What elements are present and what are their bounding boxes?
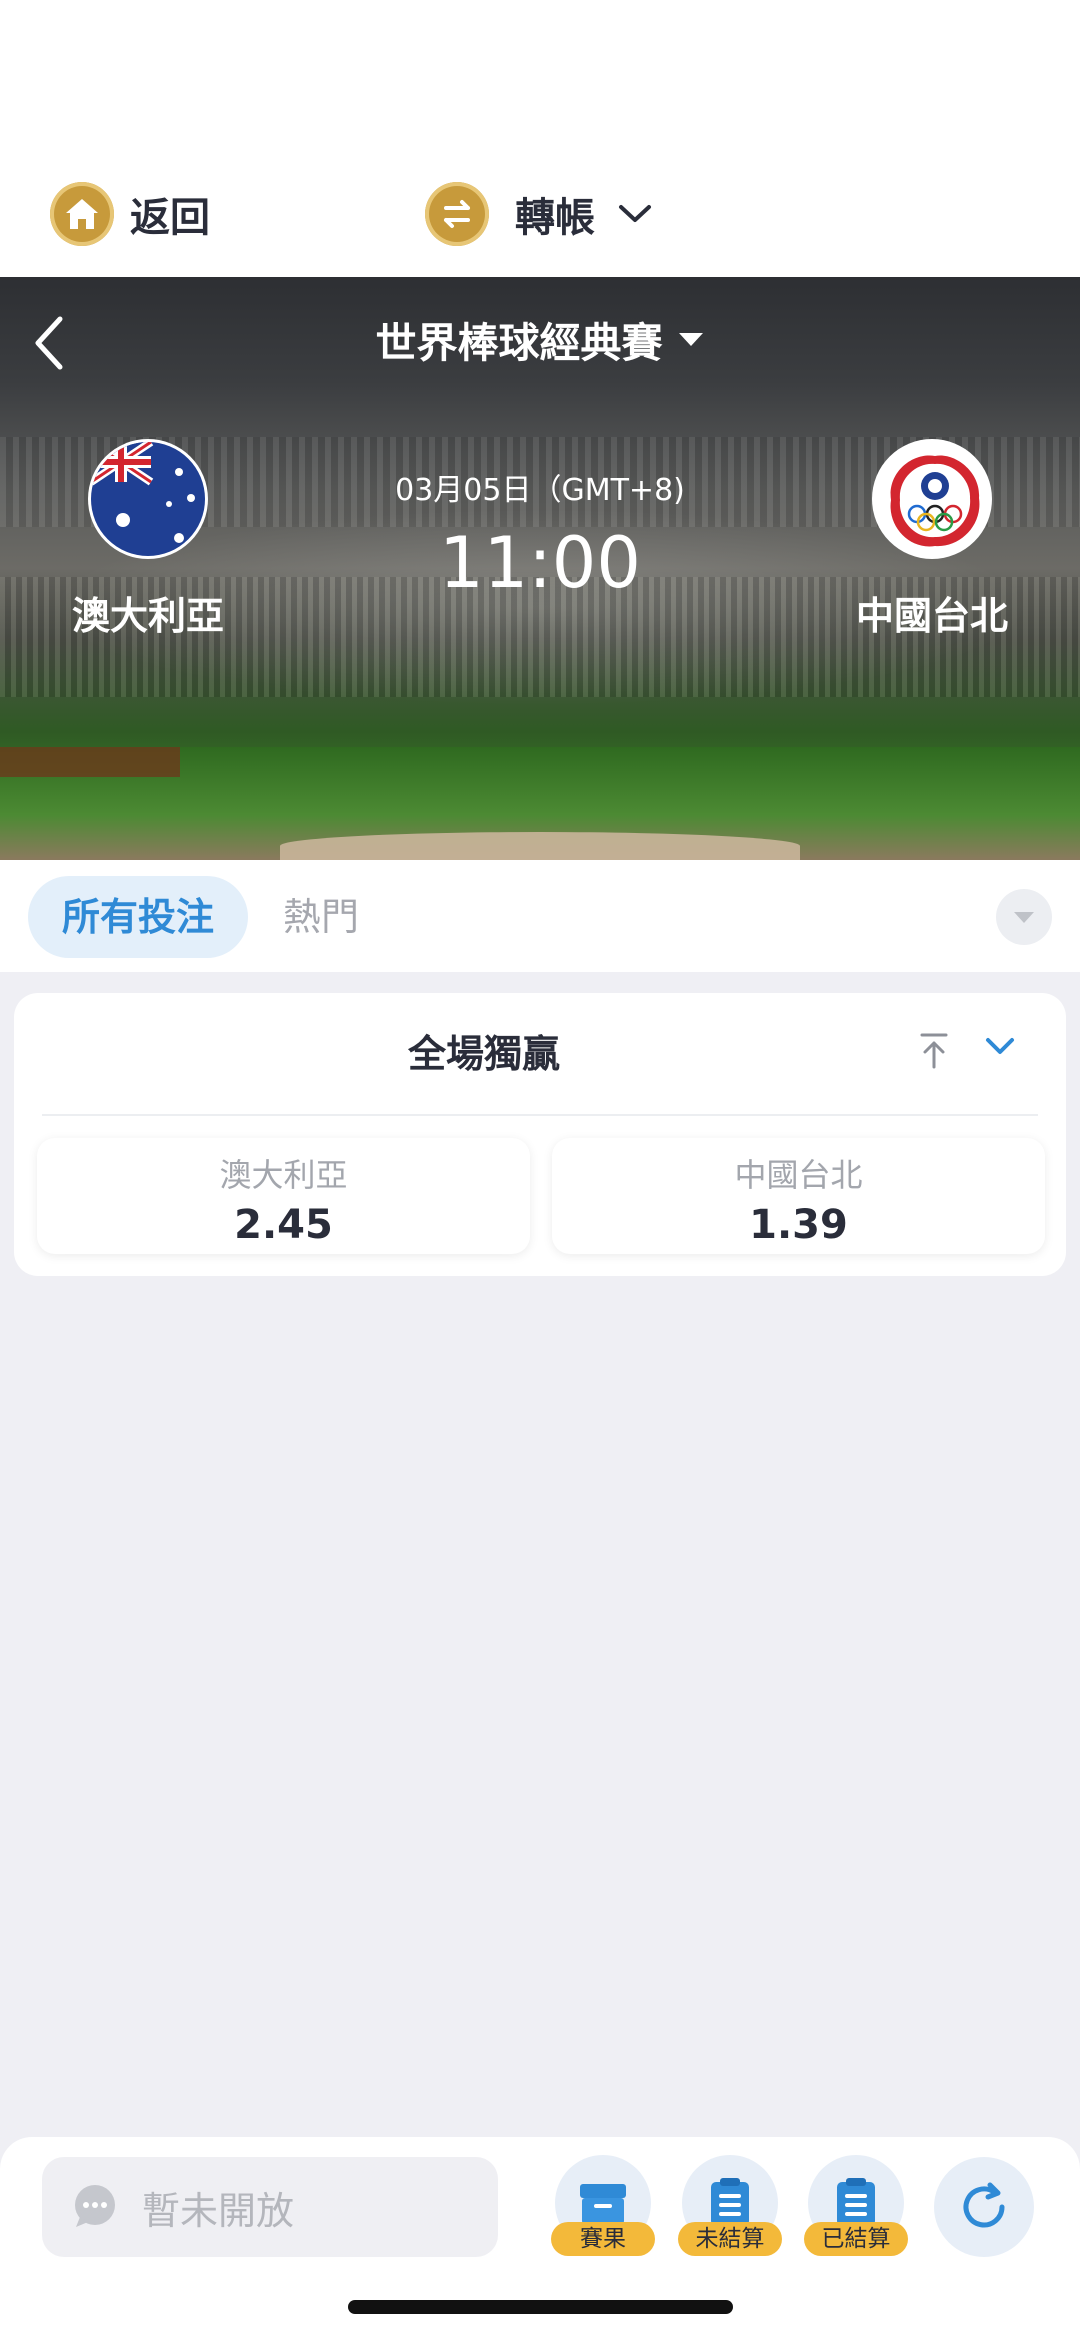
unsettled-label: 未結算	[678, 2222, 782, 2256]
home-indicator	[348, 2300, 733, 2314]
caret-down-icon	[678, 333, 703, 346]
settled-button[interactable]: 已結算	[804, 2155, 908, 2259]
refresh-button[interactable]	[934, 2157, 1034, 2257]
market-card: 全場獨贏 澳大利亞 2.45 中國台北 1.39	[14, 993, 1066, 1276]
bet-tabs: 所有投注 熱門	[0, 860, 1080, 972]
tab-all-bets[interactable]: 所有投注	[28, 876, 248, 958]
transfer-icon	[425, 182, 489, 246]
away-team: 中國台北	[812, 439, 1052, 640]
odds-price: 1.39	[749, 1202, 848, 1248]
chevron-down-icon	[619, 205, 651, 222]
back-label: 返回	[130, 195, 210, 241]
back-home-button[interactable]: 返回	[50, 182, 210, 246]
transfer-label: 轉帳	[515, 195, 595, 241]
top-nav: 返回 轉帳	[0, 0, 1080, 277]
refresh-icon	[963, 2182, 1005, 2228]
away-team-name: 中國台北	[855, 594, 1008, 638]
divider	[42, 1114, 1038, 1116]
league-selector[interactable]: 世界棒球經典賽	[0, 309, 1080, 369]
chat-bubble-icon	[75, 2185, 115, 2227]
tab-popular[interactable]: 熱門	[283, 876, 359, 958]
odds-team-label: 澳大利亞	[219, 1156, 348, 1194]
league-name: 世界棒球經典賽	[375, 319, 663, 367]
transfer-button[interactable]: 轉帳	[425, 182, 653, 246]
unsettled-button[interactable]: 未結算	[678, 2155, 782, 2259]
chat-placeholder: 暫未開放	[142, 2188, 295, 2233]
ad-board	[0, 747, 180, 777]
pin-to-top-icon[interactable]	[916, 1031, 952, 1071]
results-button[interactable]: 賽果	[551, 2155, 655, 2259]
caret-down-icon	[1014, 912, 1034, 923]
expand-tabs-button[interactable]	[996, 889, 1052, 945]
odds-price: 2.45	[234, 1202, 333, 1248]
odds-button-home[interactable]: 澳大利亞 2.45	[37, 1138, 530, 1254]
settled-label: 已結算	[804, 2222, 908, 2256]
results-label: 賽果	[551, 2222, 655, 2256]
infield-dirt	[280, 832, 800, 860]
odds-team-label: 中國台北	[734, 1156, 863, 1194]
chat-input[interactable]: 暫未開放	[42, 2157, 498, 2257]
match-banner: 世界棒球經典賽 澳大利亞 03月05日（GMT+8) 11:00 中國台北	[0, 277, 1080, 860]
odds-button-away[interactable]: 中國台北 1.39	[552, 1138, 1045, 1254]
market-title: 全場獨贏	[407, 1032, 560, 1076]
home-icon	[50, 182, 114, 246]
chinese-taipei-flag-icon	[872, 439, 992, 559]
chevron-down-icon[interactable]	[982, 1031, 1018, 1061]
